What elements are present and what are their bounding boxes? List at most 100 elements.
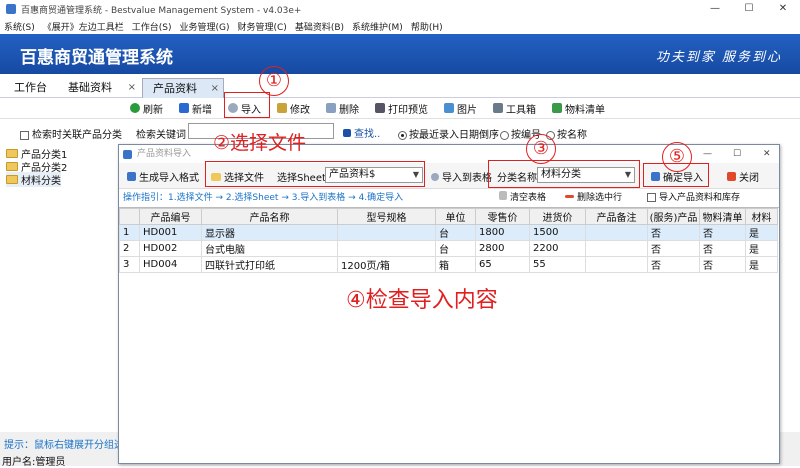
- table-cell[interactable]: 四联针式打印纸: [201, 256, 338, 273]
- close-button[interactable]: ✕: [766, 0, 800, 18]
- main-toolbar: 刷新 新增 导入 修改 删除 打印预览 图片 工具箱 物料清单: [0, 98, 800, 118]
- tab-workbench[interactable]: 工作台: [4, 78, 56, 98]
- table-cell[interactable]: [585, 240, 648, 257]
- window-title-bar: 百惠商贸通管理系统 - Bestvalue Management System …: [0, 0, 800, 18]
- edit-button[interactable]: 修改: [277, 101, 310, 116]
- window-title: 百惠商贸通管理系统 - Bestvalue Management System …: [21, 5, 302, 16]
- table-cell[interactable]: 台式电脑: [201, 240, 338, 257]
- save-icon: [127, 172, 136, 181]
- app-banner: 百惠商贸通管理系统 功夫到家 服务到心: [0, 34, 800, 74]
- table-cell[interactable]: [585, 224, 648, 241]
- dialog-app-icon: [123, 150, 132, 159]
- table-cell[interactable]: 否: [647, 224, 700, 241]
- picture-icon: [444, 103, 454, 113]
- table-cell[interactable]: 1200页/箱: [337, 256, 436, 273]
- find-button[interactable]: 查找..: [343, 125, 380, 140]
- folder-icon: [6, 149, 18, 158]
- tab-product-data[interactable]: 产品资料 ×: [142, 78, 224, 98]
- clear-table-button[interactable]: 清空表格: [499, 189, 546, 207]
- minimize-button[interactable]: —: [698, 0, 732, 18]
- gen-format-button[interactable]: 生成导入格式: [127, 169, 199, 184]
- grid-column-header[interactable]: 物料清单: [699, 208, 746, 225]
- annotation-step1: ①: [259, 66, 289, 96]
- dialog-minimize-button[interactable]: —: [703, 145, 712, 163]
- toolbox-button[interactable]: 工具箱: [493, 101, 536, 116]
- menu-maintenance[interactable]: 系统维护(M): [352, 20, 403, 33]
- table-row[interactable]: 3 HD004 四联针式打印纸 1200页/箱箱 65 55 否否是: [119, 256, 778, 273]
- table-cell[interactable]: 否: [647, 256, 700, 273]
- table-cell[interactable]: 显示器: [201, 224, 338, 241]
- grid-column-header[interactable]: [119, 208, 140, 225]
- table-cell[interactable]: 箱: [435, 256, 476, 273]
- menu-workbench[interactable]: 工作台(S): [132, 20, 172, 33]
- table-row[interactable]: 2 HD002 台式电脑台 2800 2200 否否是: [119, 240, 778, 257]
- table-cell[interactable]: HD004: [139, 256, 202, 273]
- menu-help[interactable]: 帮助(H): [411, 20, 443, 33]
- bom-icon: [552, 103, 562, 113]
- tree-item-material[interactable]: 材料分类: [6, 172, 61, 187]
- picture-button[interactable]: 图片: [444, 101, 477, 116]
- table-cell[interactable]: 55: [529, 256, 586, 273]
- grid-column-header[interactable]: (服务)产品: [647, 208, 700, 225]
- table-cell[interactable]: HD001: [139, 224, 202, 241]
- table-cell[interactable]: [337, 224, 436, 241]
- menu-finance[interactable]: 财务管理(C): [238, 20, 287, 33]
- keyword-label: 检索关键词: [136, 130, 186, 141]
- menu-business[interactable]: 业务管理(G): [180, 20, 230, 33]
- grid-column-header[interactable]: 产品备注: [585, 208, 648, 225]
- table-cell[interactable]: 否: [647, 240, 700, 257]
- table-row[interactable]: 1 HD001 显示器台 1800 1500 否否是: [119, 224, 778, 241]
- tab-close-icon[interactable]: ×: [211, 79, 219, 99]
- table-cell[interactable]: 65: [475, 256, 530, 273]
- tab-basic-data[interactable]: 基础资料 ×: [58, 78, 140, 98]
- grid-column-header[interactable]: 型号规格: [337, 208, 436, 225]
- grid-column-header[interactable]: 产品名称: [201, 208, 338, 225]
- import-stock-check[interactable]: 导入产品资料和库存: [647, 189, 740, 207]
- grid-column-header[interactable]: 材料: [745, 208, 778, 225]
- table-cell[interactable]: 1800: [475, 224, 530, 241]
- menu-basic-data[interactable]: 基础资料(B): [295, 20, 344, 33]
- link-category-check[interactable]: 检索时关联产品分类: [20, 126, 122, 141]
- maximize-button[interactable]: ☐: [732, 0, 766, 18]
- table-cell[interactable]: 是: [745, 224, 778, 241]
- tab-close-icon[interactable]: ×: [128, 78, 136, 98]
- print-preview-button[interactable]: 打印预览: [375, 101, 428, 116]
- grid-column-header[interactable]: 进货价: [529, 208, 586, 225]
- import-icon: [431, 173, 439, 181]
- table-cell[interactable]: [337, 240, 436, 257]
- refresh-button[interactable]: 刷新: [130, 101, 163, 116]
- menu-system[interactable]: 系统(S): [4, 20, 35, 33]
- table-cell[interactable]: 3: [119, 256, 140, 273]
- table-cell[interactable]: 2800: [475, 240, 530, 257]
- table-cell[interactable]: HD002: [139, 240, 202, 257]
- grid-column-header[interactable]: 产品编号: [139, 208, 202, 225]
- table-cell[interactable]: 否: [699, 224, 746, 241]
- dialog-maximize-button[interactable]: ☐: [733, 145, 741, 163]
- close-icon: [727, 172, 736, 181]
- delete-row-button[interactable]: 删除选中行: [565, 189, 622, 207]
- app-icon: [6, 4, 16, 14]
- add-button[interactable]: 新增: [179, 101, 212, 116]
- delete-button[interactable]: 删除: [326, 101, 359, 116]
- table-cell[interactable]: 否: [699, 240, 746, 257]
- import-to-table-button[interactable]: 导入到表格: [431, 169, 492, 184]
- menu-expand-toolbar[interactable]: 《展开》左边工具栏: [43, 20, 124, 33]
- table-cell[interactable]: 2200: [529, 240, 586, 257]
- table-cell[interactable]: 1: [119, 224, 140, 241]
- bom-button[interactable]: 物料清单: [552, 101, 605, 116]
- grid-column-header[interactable]: 单位: [435, 208, 476, 225]
- operation-guide-row: 操作指引：1.选择文件 → 2.选择Sheet → 3.导入到表格 → 4.确定…: [119, 189, 779, 207]
- table-cell[interactable]: 是: [745, 240, 778, 257]
- table-cell[interactable]: 否: [699, 256, 746, 273]
- table-cell[interactable]: 2: [119, 240, 140, 257]
- minus-icon: [565, 195, 574, 198]
- grid-column-header[interactable]: 零售价: [475, 208, 530, 225]
- sort-date-radio[interactable]: 按最近录入日期倒序: [398, 126, 499, 141]
- dialog-close-text-button[interactable]: 关闭: [727, 169, 759, 184]
- table-cell[interactable]: [585, 256, 648, 273]
- dialog-close-button[interactable]: ✕: [763, 145, 771, 163]
- table-cell[interactable]: 台: [435, 224, 476, 241]
- table-cell[interactable]: 台: [435, 240, 476, 257]
- table-cell[interactable]: 是: [745, 256, 778, 273]
- table-cell[interactable]: 1500: [529, 224, 586, 241]
